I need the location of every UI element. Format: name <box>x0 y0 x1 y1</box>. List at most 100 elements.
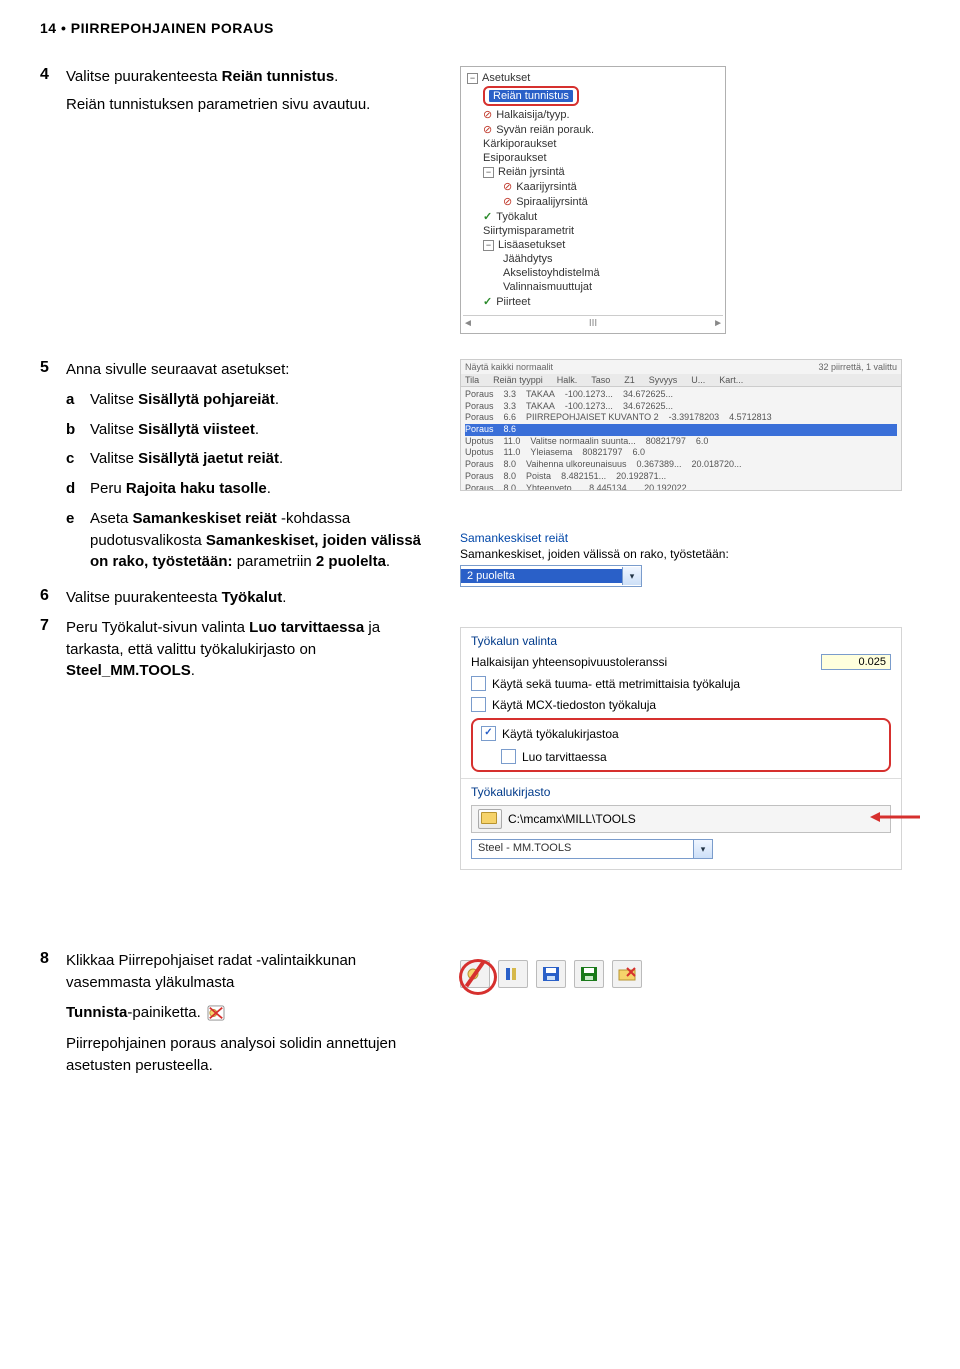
tree-item[interactable]: Siirtymisparametrit <box>463 224 723 238</box>
tree-item-label: Jäähdytys <box>503 253 553 265</box>
library-path-row[interactable]: C:\mcamx\MILL\TOOLS <box>471 805 891 833</box>
table-cell: Poraus <box>465 389 494 401</box>
tree-item[interactable]: Reiän tunnistus <box>463 85 723 107</box>
chevron-down-icon[interactable]: ▾ <box>622 567 641 585</box>
folder-delete-icon[interactable] <box>612 960 642 988</box>
concentric-holes-group: Samankeskiset reiät Samankeskiset, joide… <box>460 531 890 587</box>
tree-item[interactable]: Jäähdytys <box>463 252 723 266</box>
sides-dropdown[interactable]: 2 puolelta ▾ <box>460 565 642 587</box>
tree-item[interactable]: −Reiän jyrsintä <box>463 165 723 179</box>
save-blue-icon[interactable] <box>536 960 566 988</box>
tree-item-label: Kaarijyrsintä <box>516 181 577 193</box>
tree-item[interactable]: ✓Piirteet <box>463 294 723 309</box>
use-library-checkbox[interactable]: ✓ <box>481 726 496 741</box>
table-row[interactable]: Poraus8.0Vaihenna ulkoreunaisuus0.367389… <box>465 459 897 471</box>
column-header[interactable]: Kart... <box>719 375 743 385</box>
table-cell: 34.672625... <box>623 389 673 401</box>
table-row[interactable]: Poraus8.0Poista8.482151...20.192871... <box>465 471 897 483</box>
step-6-body: Valitse puurakenteesta Työkalut. <box>66 587 430 609</box>
tool-panel-title: Työkalun valinta <box>471 634 891 648</box>
hammers-icon[interactable] <box>498 960 528 988</box>
table-cell: Poraus <box>465 412 494 424</box>
column-header[interactable]: Syvyys <box>649 375 678 385</box>
tree-item[interactable]: Valinnaismuuttujat <box>463 280 723 294</box>
check-icon: ✓ <box>483 295 492 308</box>
tree-expander-icon[interactable]: − <box>483 240 494 251</box>
library-select[interactable]: Steel - MM.TOOLS ▾ <box>471 839 713 859</box>
tree-panel[interactable]: −AsetuksetReiän tunnistus⊘Halkaisija/tyy… <box>460 66 726 334</box>
table-cell: 0.367389... <box>636 459 681 471</box>
table-cell: Yleiasema <box>530 447 572 459</box>
tree-item[interactable]: Akselistoyhdistelmä <box>463 266 723 280</box>
tree-item[interactable]: Esiporaukset <box>463 151 723 165</box>
table-row[interactable]: Poraus3.3TAKAA-100.1273...34.672625... <box>465 389 897 401</box>
table-row[interactable]: Poraus6.6PIIRREPOHJAISET KUVANTO 2-3.391… <box>465 412 897 424</box>
column-header[interactable]: Tila <box>465 375 479 385</box>
step-5-number: 5 <box>40 359 66 577</box>
table-cell: 20.192871... <box>616 471 666 483</box>
chevron-down-icon[interactable]: ▾ <box>693 840 712 858</box>
tree-item[interactable]: −Lisäasetukset <box>463 238 723 252</box>
check-icon: ✓ <box>483 210 492 223</box>
table-cell: TAKAA <box>526 389 555 401</box>
table-row[interactable]: Upotus11.0Valitse normaalin suunta...808… <box>465 436 897 448</box>
tree-item[interactable]: ⊘Kaarijyrsintä <box>463 179 723 194</box>
table-cell: Poista <box>526 471 551 483</box>
tree-item[interactable]: Kärkiporaukset <box>463 137 723 151</box>
folder-icon[interactable] <box>478 809 502 829</box>
inch-metric-checkbox[interactable] <box>471 676 486 691</box>
step-6-number: 6 <box>40 587 66 609</box>
table-row[interactable]: Poraus3.3TAKAA-100.1273...34.672625... <box>465 401 897 413</box>
table-cell: 80821797 <box>646 436 686 448</box>
step-4-number: 4 <box>40 66 66 116</box>
detect-icon <box>207 1005 225 1021</box>
column-header[interactable]: Z1 <box>624 375 635 385</box>
column-header[interactable]: Taso <box>591 375 610 385</box>
table-cell: Poraus <box>465 459 494 471</box>
mcx-tools-checkbox[interactable] <box>471 697 486 712</box>
step-8-body: Klikkaa Piirrepohjaiset radat -valintaik… <box>66 950 430 1077</box>
table-cell: 4.5712813 <box>729 412 772 424</box>
tree-expander-icon[interactable]: − <box>467 73 478 84</box>
tree-item[interactable]: ⊘Halkaisija/tyyp. <box>463 107 723 122</box>
table-cell: Upotus <box>465 447 494 459</box>
table-cell: 80821797 <box>582 447 622 459</box>
table-row[interactable]: Poraus8.0Yhteenveto...8.445134...20.1920… <box>465 483 897 492</box>
tree-item-label: Reiän jyrsintä <box>498 166 565 178</box>
tree-item[interactable]: ✓Työkalut <box>463 209 723 224</box>
tree-scrollbar[interactable]: ◄III► <box>463 315 723 329</box>
table-cell: Poraus <box>465 401 494 413</box>
tool-selection-panel: Työkalun valinta Halkaisijan yhteensopiv… <box>460 627 902 870</box>
tree-item-label: Halkaisija/tyyp. <box>496 109 569 121</box>
create-if-needed-checkbox[interactable] <box>501 749 516 764</box>
tree-expander-icon[interactable]: − <box>483 167 494 178</box>
tree-item[interactable]: −Asetukset <box>463 71 723 85</box>
column-header[interactable]: Reiän tyyppi <box>493 375 543 385</box>
step-5-body: Anna sivulle seuraavat asetukset: aValit… <box>66 359 430 577</box>
group-title: Samankeskiset reiät <box>460 531 890 545</box>
tree-item[interactable]: ⊘Syvän reiän porauk. <box>463 122 723 137</box>
table-cell: PIIRREPOHJAISET KUVANTO 2 <box>526 412 659 424</box>
use-library-label: Käytä työkalukirjastoa <box>502 727 619 741</box>
table-row[interactable]: Poraus8.6 <box>465 424 897 436</box>
table-row[interactable]: Upotus11.0Yleiasema808217976.0 <box>465 447 897 459</box>
tree-item-label: Valinnaismuuttujat <box>503 281 592 293</box>
tolerance-field[interactable]: 0.025 <box>821 654 891 670</box>
create-if-needed-label: Luo tarvittaessa <box>522 750 607 764</box>
disabled-icon: ⊘ <box>483 123 492 136</box>
column-header[interactable]: Halk. <box>557 375 578 385</box>
table-cell: -3.39178203 <box>669 412 720 424</box>
tree-item[interactable]: ⊘Spiraalijyrsintä <box>463 194 723 209</box>
table-cell: 6.0 <box>632 447 645 459</box>
mcx-tools-label: Käytä MCX-tiedoston työkaluja <box>492 698 656 712</box>
table-cell: 8.0 <box>504 483 517 492</box>
save-green-icon[interactable] <box>574 960 604 988</box>
column-header[interactable]: U... <box>691 375 705 385</box>
table-cell: Yhteenveto... <box>526 483 579 492</box>
tree-item-label: Lisäasetukset <box>498 239 565 251</box>
features-table[interactable]: Näytä kaikki normaalit 32 piirrettä, 1 v… <box>460 359 902 491</box>
step-4-body: Valitse puurakenteesta Reiän tunnistus. … <box>66 66 430 116</box>
library-title: Työkalukirjasto <box>471 785 891 799</box>
table-cell: Poraus <box>465 424 494 436</box>
tree-item-label: Siirtymisparametrit <box>483 225 574 237</box>
